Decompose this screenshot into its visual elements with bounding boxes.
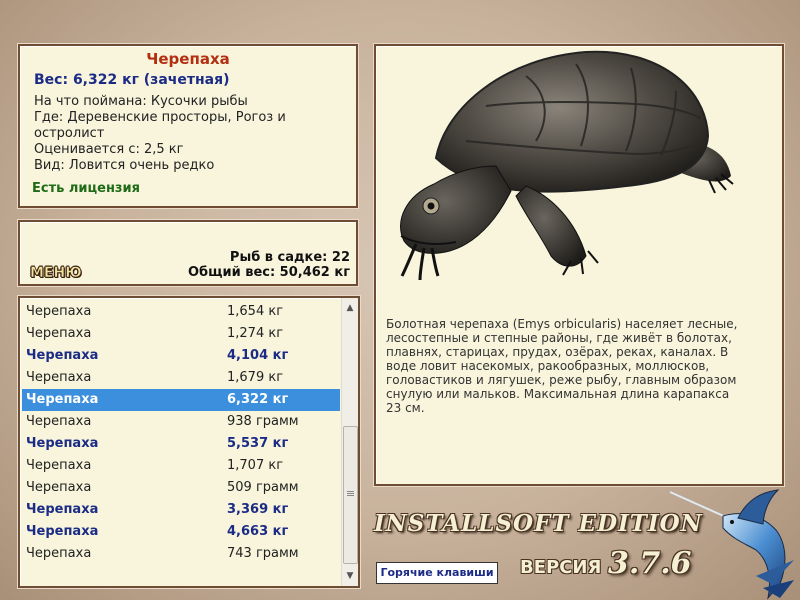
catch-weight: Вес: 6,322 кг (зачетная): [34, 72, 230, 88]
list-item-name: Черепаха: [26, 546, 92, 561]
catch-info-panel: Черепаха Вес: 6,322 кг (зачетная) На что…: [18, 44, 358, 208]
list-item[interactable]: Черепаха 1,707 кг: [22, 455, 340, 477]
catch-kind: Вид: Ловится очень редко: [34, 158, 215, 173]
list-item-weight: 1,707 кг: [227, 458, 284, 473]
fish-picture-panel: Болотная черепаха (Emys orbicularis) нас…: [374, 44, 784, 486]
list-item[interactable]: Черепаха 3,369 кг: [22, 499, 340, 521]
catch-rated: Оценивается с: 2,5 кг: [34, 142, 184, 157]
list-item-weight: 1,654 кг: [227, 304, 284, 319]
scrollbar-thumb[interactable]: [343, 426, 358, 564]
list-item[interactable]: Черепаха 6,322 кг: [22, 389, 340, 411]
list-item-name: Черепаха: [26, 348, 99, 363]
edition-logo: INSTALLSOFT EDITION: [374, 510, 703, 537]
catch-title: Черепаха: [146, 50, 230, 68]
chevron-down-icon[interactable]: ▼: [342, 568, 358, 584]
list-item-weight: 5,537 кг: [227, 436, 289, 451]
list-item-weight: 1,679 кг: [227, 370, 284, 385]
list-item[interactable]: Черепаха 1,654 кг: [22, 301, 340, 323]
list-item[interactable]: Черепаха 1,679 кг: [22, 367, 340, 389]
list-item-name: Черепаха: [26, 414, 92, 429]
catch-list-rows: Черепаха 1,654 кг Черепаха 1,274 кг Черепаха…: [22, 301, 340, 565]
list-item-name: Черепаха: [26, 326, 92, 341]
list-item-name: Черепаха: [26, 436, 99, 451]
marlin-fish-logo: [669, 489, 794, 600]
list-item-name: Черепаха: [26, 524, 99, 539]
catch-details: На что поймана: Кусочки рыбы Где: Дереве…: [34, 94, 334, 174]
catch-place: Где: Деревенские просторы, Рогоз и остро…: [34, 110, 286, 141]
list-item-name: Черепаха: [26, 304, 92, 319]
list-item-weight: 743 грамм: [227, 546, 299, 561]
catch-list[interactable]: Черепаха 1,654 кг Черепаха 1,274 кг Черепаха…: [18, 296, 360, 588]
menu-button[interactable]: МЕНЮ: [30, 265, 82, 282]
hotkeys-button[interactable]: Горячие клавиши: [376, 562, 498, 584]
list-item[interactable]: Черепаха 1,274 кг: [22, 323, 340, 345]
list-item-name: Черепаха: [26, 458, 92, 473]
list-item-weight: 6,322 кг: [227, 392, 289, 407]
list-item-weight: 938 грамм: [227, 414, 299, 429]
total-weight: Общий вес: 50,462 кг: [187, 265, 350, 280]
fish-count: Рыб в садке: 22: [229, 250, 350, 265]
list-scrollbar[interactable]: ▲ ▼: [341, 298, 358, 586]
catch-bait: На что поймана: Кусочки рыбы: [34, 94, 248, 109]
list-item-weight: 3,369 кг: [227, 502, 289, 517]
keepnet-stats: Рыб в садке: 22 Общий вес: 50,462 кг: [188, 250, 350, 280]
list-item-weight: 4,663 кг: [227, 524, 289, 539]
list-item-name: Черепаха: [26, 370, 92, 385]
list-item-weight: 509 грамм: [227, 480, 299, 495]
menu-panel: МЕНЮ Рыб в садке: 22 Общий вес: 50,462 к…: [18, 220, 358, 286]
list-item-name: Черепаха: [26, 502, 99, 517]
list-item-weight: 4,104 кг: [227, 348, 289, 363]
species-description: Болотная черепаха (Emys orbicularis) нас…: [386, 317, 738, 415]
list-item[interactable]: Черепаха 4,104 кг: [22, 345, 340, 367]
list-item[interactable]: Черепаха 509 грамм: [22, 477, 340, 499]
list-item[interactable]: Черепаха 743 грамм: [22, 543, 340, 565]
turtle-illustration: [400, 50, 734, 281]
list-item[interactable]: Черепаха 938 грамм: [22, 411, 340, 433]
chevron-up-icon[interactable]: ▲: [342, 300, 358, 316]
list-item[interactable]: Черепаха 4,663 кг: [22, 521, 340, 543]
list-item-name: Черепаха: [26, 392, 99, 407]
version-label: ВЕРСИЯ: [520, 557, 602, 578]
list-item[interactable]: Черепаха 5,537 кг: [22, 433, 340, 455]
list-item-weight: 1,274 кг: [227, 326, 284, 341]
list-item-name: Черепаха: [26, 480, 92, 495]
license-status: Есть лицензия: [32, 181, 140, 196]
